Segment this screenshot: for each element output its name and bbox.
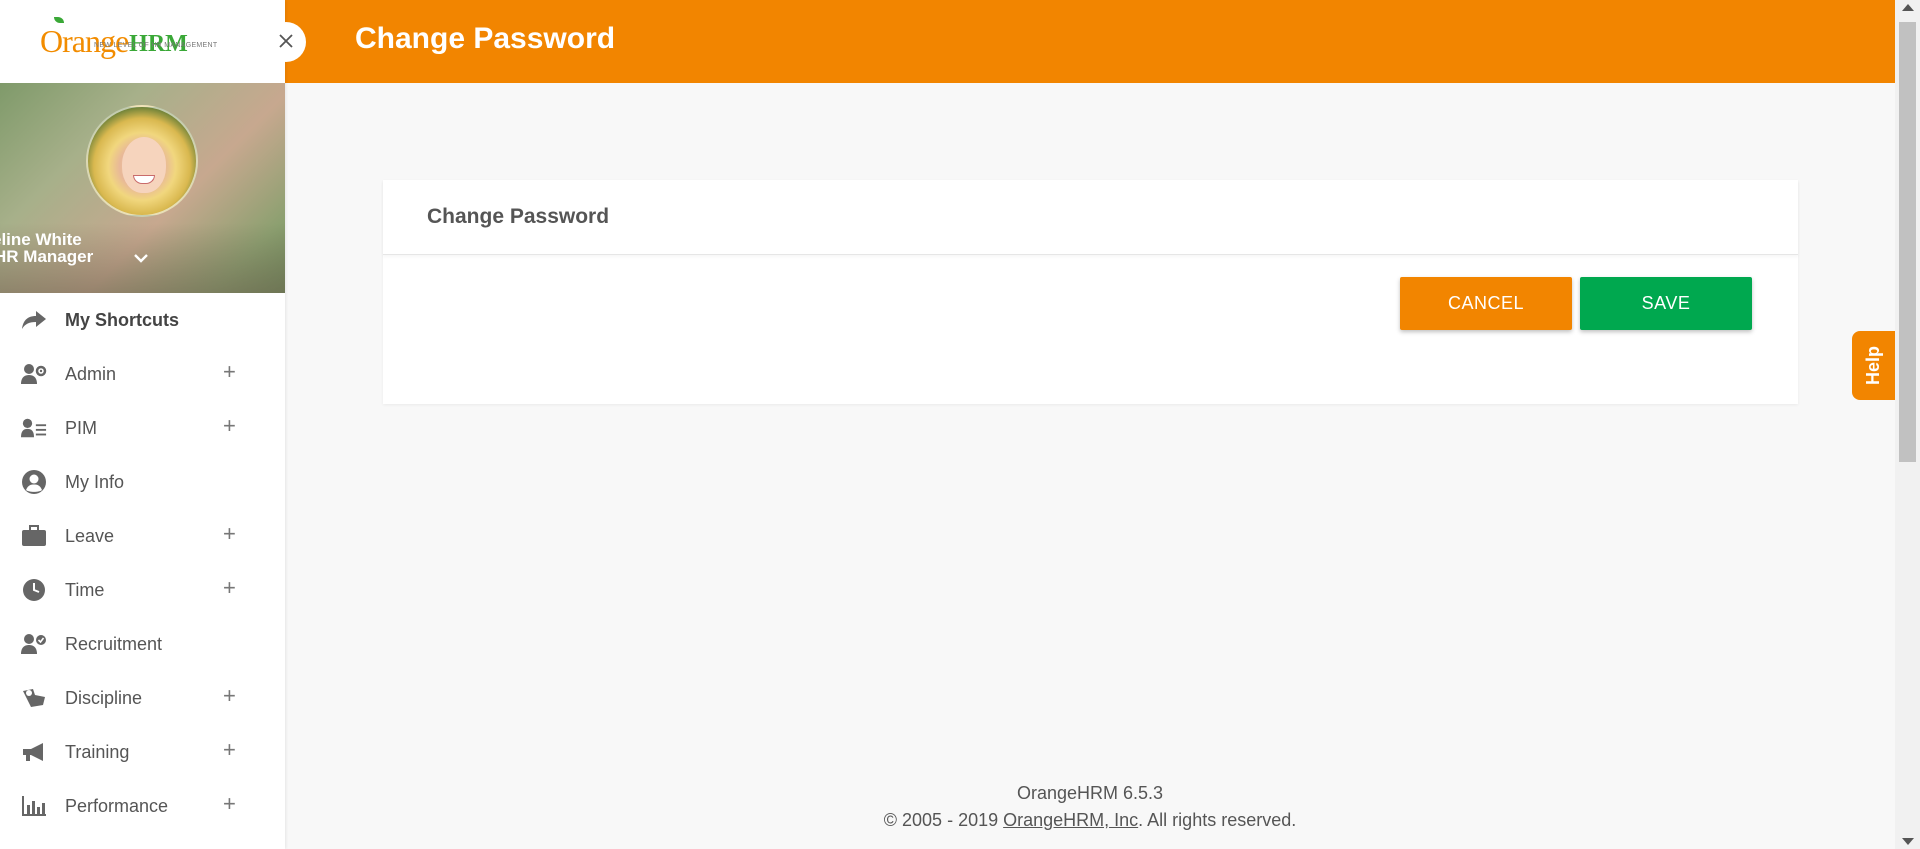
sidebar-item-recruitment[interactable]: Recruitment bbox=[0, 617, 285, 671]
sidebar-item-admin[interactable]: Admin + bbox=[0, 347, 285, 401]
sidebar-item-leave[interactable]: Leave + bbox=[0, 509, 285, 563]
clock-icon bbox=[21, 577, 47, 603]
scrollbar-thumb[interactable] bbox=[1899, 22, 1916, 462]
cancel-button[interactable]: CANCEL bbox=[1400, 277, 1572, 330]
expand-plus-icon[interactable]: + bbox=[223, 791, 236, 817]
user-list-icon bbox=[21, 415, 47, 441]
megaphone-icon bbox=[21, 739, 47, 765]
sidebar-item-label: Time bbox=[65, 579, 105, 600]
briefcase-icon bbox=[21, 523, 47, 549]
logo-area: Orange HRM NEW LEVEL OF HR MANAGEMENT bbox=[0, 0, 285, 83]
sidebar-item-performance[interactable]: Performance + bbox=[0, 779, 285, 833]
expand-plus-icon[interactable]: + bbox=[223, 575, 236, 601]
discipline-icon bbox=[21, 685, 47, 711]
logo-orange-text: Orange bbox=[40, 23, 129, 59]
page-title: Change Password bbox=[355, 22, 616, 55]
collapse-sidebar-button[interactable] bbox=[266, 22, 306, 62]
avatar bbox=[86, 105, 198, 217]
profile-role: HR Manager bbox=[0, 247, 94, 266]
user-gear-icon bbox=[21, 361, 47, 387]
sidebar-item-label: Leave bbox=[65, 525, 115, 546]
sidebar-item-time[interactable]: Time + bbox=[0, 563, 285, 617]
scroll-down-arrow-icon[interactable] bbox=[1902, 838, 1914, 845]
footer-version: OrangeHRM 6.5.3 bbox=[1016, 783, 1164, 803]
save-button[interactable]: SAVE bbox=[1580, 277, 1752, 330]
top-bar: Change Password bbox=[285, 0, 1895, 83]
sidebar-item-my-shortcuts[interactable]: My Shortcuts bbox=[0, 293, 285, 347]
expand-plus-icon[interactable]: + bbox=[223, 359, 236, 385]
card-title: Change Password bbox=[427, 205, 610, 228]
sidebar-item-label: Recruitment bbox=[65, 633, 163, 654]
expand-plus-icon[interactable]: + bbox=[223, 521, 236, 547]
expand-plus-icon[interactable]: + bbox=[223, 413, 236, 439]
company-link[interactable]: OrangeHRM, Inc bbox=[1003, 810, 1138, 830]
sidebar-item-label: Discipline bbox=[65, 687, 143, 708]
user-check-icon bbox=[21, 631, 47, 657]
chevron-down-icon[interactable] bbox=[134, 250, 148, 266]
sidebar: Orange HRM NEW LEVEL OF HR MANAGEMENT eli… bbox=[0, 0, 285, 849]
expand-plus-icon[interactable]: + bbox=[223, 683, 236, 709]
sidebar-item-pim[interactable]: PIM + bbox=[0, 401, 285, 455]
sidebar-item-my-info[interactable]: My Info bbox=[0, 455, 285, 509]
footer: OrangeHRM 6.5.3 © 2005 - 2019 OrangeHRM,… bbox=[285, 780, 1895, 834]
close-icon bbox=[278, 29, 294, 55]
sidebar-item-label: Performance bbox=[65, 795, 169, 816]
sidebar-item-label: Admin bbox=[65, 363, 117, 384]
expand-plus-icon[interactable]: + bbox=[223, 737, 236, 763]
logo-tagline: NEW LEVEL OF HR MANAGEMENT bbox=[94, 42, 218, 49]
scroll-up-arrow-icon[interactable] bbox=[1902, 4, 1914, 11]
help-label: Help bbox=[1862, 345, 1883, 386]
bar-chart-icon bbox=[21, 793, 47, 819]
help-button[interactable]: Help bbox=[1852, 331, 1895, 400]
sidebar-item-label: PIM bbox=[65, 417, 98, 438]
footer-copyright: © 2005 - 2019 OrangeHRM, Inc. All rights… bbox=[883, 810, 1297, 830]
change-password-card: Change Password CANCEL SAVE bbox=[383, 180, 1798, 404]
sidebar-item-discipline[interactable]: Discipline + bbox=[0, 671, 285, 725]
card-header: Change Password bbox=[383, 180, 1798, 255]
sidebar-item-label: My Info bbox=[65, 471, 125, 492]
page-scrollbar[interactable] bbox=[1895, 0, 1920, 849]
sidebar-item-training[interactable]: Training + bbox=[0, 725, 285, 779]
user-circle-icon bbox=[21, 469, 47, 495]
share-arrow-icon bbox=[21, 307, 47, 333]
sidebar-item-label: Training bbox=[65, 741, 130, 762]
sidebar-item-label: My Shortcuts bbox=[65, 309, 180, 330]
main-menu: My Shortcuts Admin + PIM + My Info Leave… bbox=[0, 293, 285, 833]
